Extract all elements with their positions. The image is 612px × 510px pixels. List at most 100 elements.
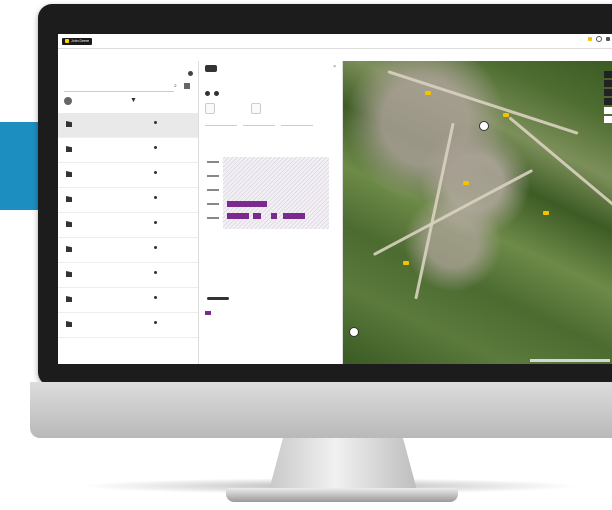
add-icon[interactable] <box>188 71 193 76</box>
usage-bar <box>253 213 261 219</box>
status-dot-icon <box>154 271 157 274</box>
machine-status <box>154 221 159 224</box>
combine-icon <box>205 65 217 72</box>
layers-icon[interactable] <box>604 71 612 78</box>
detail-secondary-button[interactable] <box>251 103 261 114</box>
logo-text: John Deere <box>71 38 90 43</box>
tractor-icon <box>66 196 72 202</box>
detail-action-icons <box>205 91 219 96</box>
header-right <box>588 36 612 42</box>
grid-view-icon[interactable] <box>184 83 190 89</box>
map-road <box>414 122 455 300</box>
usage-bar <box>227 213 249 219</box>
list-item[interactable] <box>58 113 198 138</box>
map-scale-bar <box>530 359 610 362</box>
list-item[interactable] <box>58 263 198 288</box>
row-label <box>207 161 219 163</box>
row-label <box>207 189 219 191</box>
status-dot-icon <box>154 171 157 174</box>
map-marker[interactable] <box>463 181 469 185</box>
tractor-icon <box>66 171 72 177</box>
zoom-out-icon[interactable] <box>604 116 612 123</box>
map-marker[interactable] <box>403 261 409 265</box>
machine-status <box>154 146 159 149</box>
monitor-chin <box>30 382 612 438</box>
app-screen: John Deere ⌕ ▼ × <box>58 34 612 364</box>
monitor-stand-base <box>226 488 458 502</box>
usage-toggle[interactable] <box>207 297 229 300</box>
map-marker[interactable] <box>425 91 431 95</box>
filter-chip[interactable] <box>64 97 72 105</box>
search-input[interactable] <box>64 83 174 92</box>
machine-detail-panel: × <box>199 61 343 364</box>
tractor-icon <box>66 146 72 152</box>
machine-status <box>154 196 159 199</box>
notifications-icon[interactable] <box>606 37 610 41</box>
tractor-icon <box>66 321 72 327</box>
location-icon[interactable] <box>214 91 219 96</box>
status-dot-icon <box>154 121 157 124</box>
tractor-icon <box>66 246 72 252</box>
machine-list <box>58 113 198 338</box>
zoom-in-icon[interactable] <box>604 107 612 114</box>
machine-status <box>154 246 159 249</box>
map-road <box>372 168 534 257</box>
monitor-stand-neck <box>268 438 418 494</box>
satellite-map[interactable] <box>343 61 612 364</box>
close-icon[interactable]: × <box>333 64 336 70</box>
fullscreen-icon[interactable] <box>604 80 612 87</box>
list-item[interactable] <box>58 213 198 238</box>
usage-row-labels <box>207 161 219 219</box>
usage-bar <box>271 213 277 219</box>
machine-location-pin[interactable] <box>479 121 489 131</box>
filter-icon[interactable]: ▼ <box>130 97 137 105</box>
map-road <box>508 116 612 209</box>
search-icon[interactable]: ⌕ <box>174 83 177 89</box>
row-label <box>207 203 219 205</box>
usage-bar <box>283 213 305 219</box>
list-item[interactable] <box>58 238 198 263</box>
status-dot-icon <box>154 321 157 324</box>
detail-action-button[interactable] <box>205 103 215 114</box>
machine-status <box>154 271 159 274</box>
brand-logo[interactable]: John Deere <box>62 37 93 45</box>
detail-field[interactable] <box>281 119 313 126</box>
machine-status <box>154 121 159 124</box>
list-item[interactable] <box>58 163 198 188</box>
location-pin-icon[interactable] <box>349 327 359 337</box>
map-marker[interactable] <box>543 211 549 215</box>
list-item[interactable] <box>58 288 198 313</box>
status-dot-icon <box>154 246 157 249</box>
status-dot-icon <box>154 196 157 199</box>
list-item[interactable] <box>58 188 198 213</box>
list-item[interactable] <box>58 138 198 163</box>
map-controls <box>604 71 612 123</box>
row-label <box>207 175 219 177</box>
detail-fields <box>205 119 313 126</box>
tractor-icon <box>66 121 72 127</box>
list-item[interactable] <box>58 313 198 338</box>
locate-icon[interactable] <box>604 98 612 105</box>
status-dot-icon <box>154 296 157 299</box>
chart-legend <box>205 311 215 315</box>
deer-icon <box>65 39 69 43</box>
usage-bar <box>227 201 267 207</box>
status-dot-icon <box>154 221 157 224</box>
usage-timeline-chart <box>207 157 329 229</box>
app-header: John Deere <box>58 34 612 49</box>
status-dot-icon <box>154 146 157 149</box>
map-marker[interactable] <box>503 113 509 117</box>
row-label <box>207 217 219 219</box>
main-nav <box>58 49 338 59</box>
measure-icon[interactable] <box>604 89 612 96</box>
info-icon[interactable] <box>205 91 210 96</box>
detail-field[interactable] <box>243 119 275 126</box>
detail-field[interactable] <box>205 119 237 126</box>
tractor-icon <box>66 221 72 227</box>
detail-tabs <box>203 131 227 133</box>
org-badge[interactable] <box>588 37 592 41</box>
help-icon[interactable] <box>596 36 602 42</box>
machine-status <box>154 171 159 174</box>
machine-status <box>154 321 159 324</box>
accent-block <box>0 122 40 210</box>
